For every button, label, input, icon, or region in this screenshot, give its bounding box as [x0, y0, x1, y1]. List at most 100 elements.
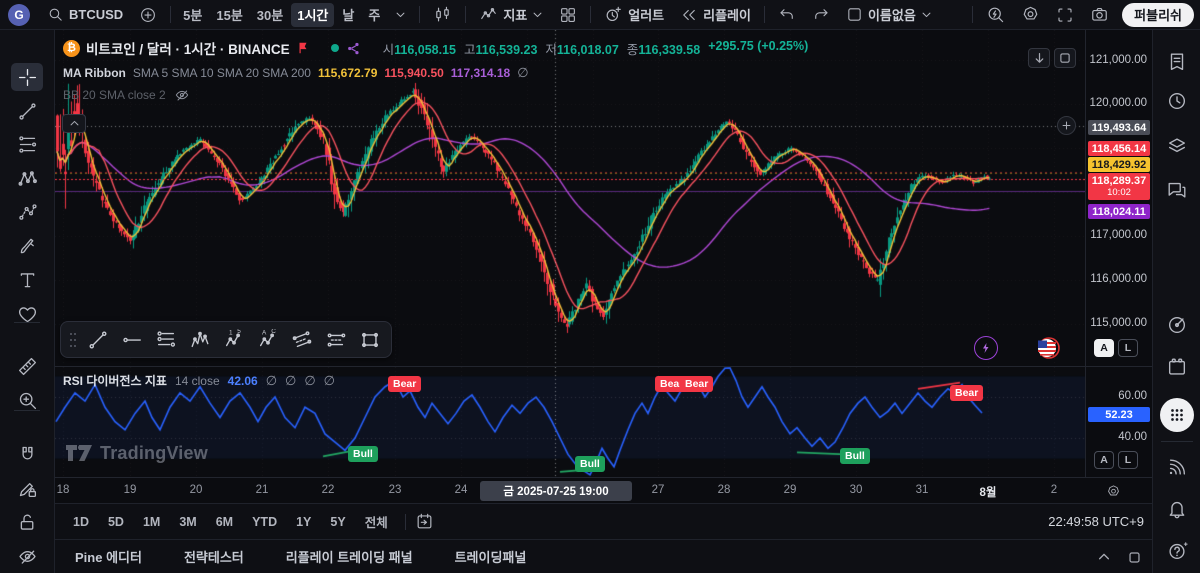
interval-1h[interactable]: 1시간: [291, 3, 334, 27]
expand-panel-chevron-button[interactable]: [1092, 548, 1116, 566]
crosshair-tool-button[interactable]: [11, 63, 43, 91]
range-3m[interactable]: 3M: [171, 512, 204, 532]
apps-grid-button[interactable]: [1160, 398, 1194, 432]
share-icon[interactable]: [346, 41, 361, 56]
trend-line-tool-button[interactable]: [11, 97, 43, 125]
add-alert-plus-button[interactable]: [1057, 116, 1076, 135]
scroll-to-recent-button[interactable]: [1028, 48, 1050, 68]
rectangle-quick-button[interactable]: [355, 325, 385, 354]
interval-15m[interactable]: 15분: [210, 3, 248, 27]
interval-1w[interactable]: 주: [362, 3, 386, 27]
user-avatar[interactable]: G: [8, 4, 30, 26]
interval-1d[interactable]: 날: [336, 3, 360, 27]
snapshot-button[interactable]: [1083, 3, 1116, 27]
layout-save-button[interactable]: 이름없음: [839, 3, 939, 27]
publish-button[interactable]: 퍼블리쉬: [1122, 3, 1194, 27]
wave-15-quick-button[interactable]: 15: [219, 325, 249, 354]
range-5y[interactable]: 5Y: [322, 512, 353, 532]
forecast-tool-button[interactable]: [11, 198, 43, 226]
brush-tool-button[interactable]: [11, 232, 43, 260]
interval-menu-button[interactable]: [388, 3, 413, 27]
wave-abc-quick-button[interactable]: AC: [253, 325, 283, 354]
quick-search-button[interactable]: [979, 3, 1012, 27]
interval-30m[interactable]: 30분: [251, 3, 289, 27]
alert-price-badge-red[interactable]: 118,456.14: [1088, 141, 1150, 156]
redo-button[interactable]: [805, 3, 837, 27]
bb-legend-row[interactable]: BB 20 SMA close 2: [63, 87, 808, 103]
indicators-button[interactable]: 지표: [472, 3, 550, 27]
time-axis[interactable]: 18 19 20 21 22 23 24 27 28 29 30 31 8월 2…: [55, 477, 1152, 503]
range-all[interactable]: 전체: [357, 509, 396, 534]
interval-5m[interactable]: 5분: [177, 3, 208, 27]
help-button[interactable]: [1163, 537, 1191, 565]
maximize-panel-button[interactable]: [1122, 548, 1146, 566]
text-tool-button[interactable]: [11, 266, 43, 294]
alert-button[interactable]: 얼러트: [597, 3, 671, 27]
lock-all-tool-button[interactable]: [11, 508, 43, 536]
trading-panel-tab[interactable]: 트레이딩패널: [455, 547, 527, 566]
bull-divergence-badge[interactable]: Bull: [840, 448, 870, 464]
calendar-button[interactable]: [1163, 353, 1191, 381]
price-pane[interactable]: ₿ 비트코인 / 달러 · 1시간 · BINANCE 시116,058.15 …: [55, 30, 1085, 366]
bear-divergence-badge[interactable]: Bear: [680, 376, 713, 392]
range-1y[interactable]: 1Y: [288, 512, 319, 532]
range-5d[interactable]: 5D: [100, 512, 132, 532]
auto-scale-button[interactable]: A: [1094, 339, 1114, 357]
rsi-pane[interactable]: RSI 다이버전스 지표 14 close 42.06 ∅ ∅ ∅ ∅ Trad…: [55, 366, 1085, 477]
compare-add-button[interactable]: [132, 3, 164, 27]
settings-button[interactable]: [1014, 3, 1047, 27]
range-1d[interactable]: 1D: [65, 512, 97, 532]
chart-style-button[interactable]: [426, 3, 459, 27]
symbol-search[interactable]: BTCUSD: [40, 3, 130, 27]
screener-target-button[interactable]: [1163, 311, 1191, 339]
symbol-legend-row[interactable]: ₿ 비트코인 / 달러 · 1시간 · BINANCE 시116,058.15 …: [63, 38, 808, 58]
last-price-badge[interactable]: 118,289.37 10:02: [1088, 173, 1150, 200]
rsi-log-scale-button[interactable]: L: [1118, 451, 1138, 469]
log-scale-button[interactable]: L: [1118, 339, 1138, 357]
fib-retracement-tool-button[interactable]: [11, 130, 43, 158]
scale-settings-gear-icon[interactable]: [1101, 481, 1125, 501]
streams-button[interactable]: [1163, 453, 1191, 481]
notifications-bell-button[interactable]: [1163, 495, 1191, 523]
price-scale[interactable]: 121,000.00 120,000.00 119,493.64 118,456…: [1085, 30, 1152, 477]
parallel-channel-quick-button[interactable]: [287, 325, 317, 354]
rsi-legend-row[interactable]: RSI 다이버전스 지표 14 close 42.06 ∅ ∅ ∅ ∅: [63, 372, 335, 389]
flat-channel-quick-button[interactable]: [321, 325, 351, 354]
object-tree-button[interactable]: [1163, 132, 1191, 160]
replay-trading-panel-tab[interactable]: 리플레이 트레이딩 패널: [286, 547, 413, 566]
timezone-clock[interactable]: 22:49:58 UTC+9: [1048, 514, 1144, 529]
bear-divergence-badge[interactable]: Bear: [950, 385, 983, 401]
fib-quick-button[interactable]: [151, 325, 181, 354]
chat-button[interactable]: [1163, 176, 1191, 204]
range-6m[interactable]: 6M: [208, 512, 241, 532]
alert-price-badge-yellow[interactable]: 118,429.92: [1088, 157, 1150, 172]
fullscreen-button[interactable]: [1049, 3, 1081, 27]
elliott-wave-quick-button[interactable]: [185, 325, 215, 354]
magnet-tool-button[interactable]: [11, 440, 43, 468]
replay-button[interactable]: 리플레이: [673, 3, 758, 27]
bull-divergence-badge[interactable]: Bull: [348, 446, 378, 462]
drag-handle[interactable]: [67, 325, 79, 354]
hide-drawings-tool-button[interactable]: [11, 542, 43, 570]
drawing-lock-tool-button[interactable]: [11, 474, 43, 502]
legend-collapse-button[interactable]: [62, 114, 86, 133]
measure-tool-button[interactable]: [11, 352, 43, 380]
alerts-clock-button[interactable]: [1163, 87, 1191, 115]
bear-divergence-badge[interactable]: Bear: [388, 376, 421, 392]
go-to-date-button[interactable]: [415, 512, 434, 531]
range-1m[interactable]: 1M: [135, 512, 168, 532]
horizontal-ray-quick-button[interactable]: [117, 325, 147, 354]
pine-editor-tab[interactable]: Pine 에디터: [75, 547, 142, 566]
strategy-tester-tab[interactable]: 전략테스터: [184, 547, 244, 566]
eye-slash-icon[interactable]: [174, 87, 190, 103]
emoji-tool-button[interactable]: [11, 300, 43, 328]
watchlist-button[interactable]: [1163, 48, 1191, 76]
undo-button[interactable]: [771, 3, 803, 27]
pattern-tool-button[interactable]: [11, 164, 43, 192]
range-ytd[interactable]: YTD: [244, 512, 285, 532]
ma-ribbon-legend-row[interactable]: MA Ribbon SMA 5 SMA 10 SMA 20 SMA 200 11…: [63, 65, 808, 81]
bull-divergence-badge[interactable]: Bull: [575, 456, 605, 472]
maximize-pane-button[interactable]: [1054, 48, 1076, 68]
layout-grid-button[interactable]: [552, 3, 584, 27]
usd-flag-coin-icon[interactable]: [1036, 336, 1060, 360]
